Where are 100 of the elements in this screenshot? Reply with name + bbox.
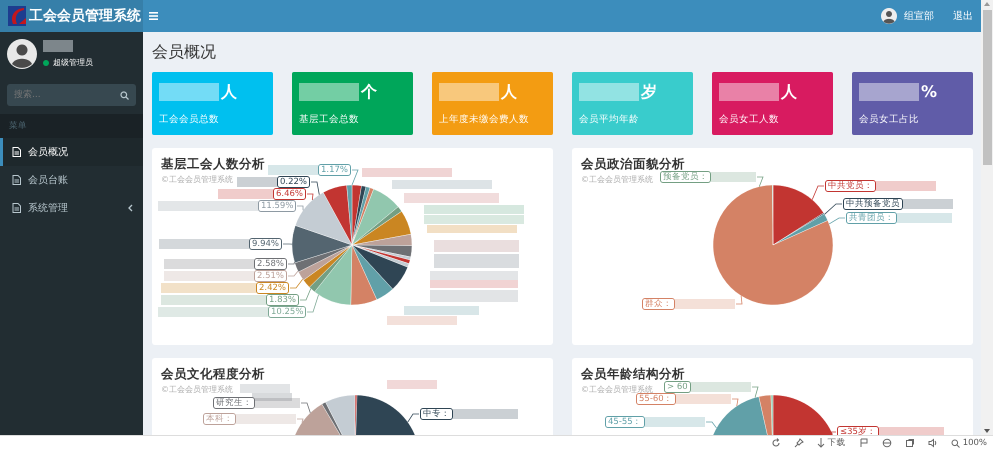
chart-label: 2.58% xyxy=(254,258,288,270)
chart-subtitle: ©工会会员管理系统 xyxy=(581,174,653,186)
chart-label: 2.51% xyxy=(254,270,288,282)
chart-label: 45-55： xyxy=(605,416,645,428)
search-icon[interactable] xyxy=(120,91,129,100)
leader-line xyxy=(824,204,842,215)
chart-label: 6.46% xyxy=(273,188,306,200)
chart-label: 研究生： xyxy=(213,397,255,409)
zoom-button[interactable]: 100% xyxy=(950,436,987,450)
blurred-region xyxy=(387,316,457,325)
stat-unit: 岁 xyxy=(641,81,657,103)
chart-title: 会员政治面貌分析 xyxy=(581,155,685,172)
blurred-region xyxy=(387,380,437,389)
chart-label: 1.17% xyxy=(318,164,352,176)
stat-label: 基层工会总数 xyxy=(299,114,359,124)
chart-label: > 60 xyxy=(664,381,691,393)
chart-label: 预备党员： xyxy=(660,171,711,183)
stat-unit: 人 xyxy=(221,81,237,103)
blurred-region xyxy=(237,177,277,187)
leader-line xyxy=(752,386,759,398)
search-icon xyxy=(950,438,960,448)
blurred-region xyxy=(43,40,73,52)
document-icon xyxy=(12,147,21,157)
leader-line xyxy=(296,206,304,211)
menu-header: 菜单 xyxy=(9,120,27,132)
blurred-region xyxy=(644,417,705,427)
blurred-region xyxy=(690,382,751,392)
browser-icon[interactable] xyxy=(882,438,892,448)
chart-label: ≤35岁： xyxy=(837,426,879,435)
blurred-region xyxy=(439,83,499,101)
chart-subtitle: ©工会会员管理系统 xyxy=(161,174,233,186)
leader-line xyxy=(756,176,764,187)
page-title: 会员概况 xyxy=(152,41,217,63)
leader-line xyxy=(290,278,304,288)
blurred-region xyxy=(675,299,735,309)
blurred-region xyxy=(859,83,919,101)
chart-title: 会员年龄结构分析 xyxy=(581,365,685,382)
blurred-region xyxy=(236,414,296,424)
blurred-region xyxy=(299,83,359,101)
chart-label: 共青团员： xyxy=(846,212,897,224)
chart-label: 2.42% xyxy=(256,282,290,294)
leader-line xyxy=(300,402,311,414)
download-button[interactable]: 下载 xyxy=(816,436,846,450)
leader-line xyxy=(706,422,717,428)
leader-line xyxy=(296,418,304,423)
blurred-region xyxy=(711,172,756,182)
scrollbar-thumb[interactable] xyxy=(982,10,992,165)
avatar-icon xyxy=(7,39,37,69)
window-icon[interactable] xyxy=(904,438,915,448)
sidebar-item[interactable]: 会员概况 xyxy=(0,138,143,166)
blurred-region xyxy=(878,427,944,435)
flag-icon[interactable] xyxy=(858,438,869,448)
sidebar-item[interactable]: 会员台账 xyxy=(0,166,143,194)
blurred-region xyxy=(876,181,936,191)
down-arrow-icon[interactable] xyxy=(983,427,991,435)
search-field[interactable]: 搜索... xyxy=(7,84,136,106)
blurred-region xyxy=(218,189,273,199)
leader-line xyxy=(732,398,738,406)
chart-label: 本科： xyxy=(203,413,236,425)
chart-label: 55-60： xyxy=(636,393,676,405)
leader-line xyxy=(288,270,298,276)
chart-label: 中专： xyxy=(420,408,453,420)
chart-label: 0.22% xyxy=(277,176,310,188)
leader-line xyxy=(736,295,742,304)
stat-label: 会员女工占比 xyxy=(859,114,919,124)
logout-link[interactable]: 退出 xyxy=(953,8,973,24)
chart-title: 会员文化程度分析 xyxy=(161,365,265,383)
blurred-region xyxy=(897,213,952,223)
down-arrow-icon xyxy=(816,438,825,448)
scrollbar[interactable] xyxy=(981,0,993,435)
document-icon xyxy=(12,175,21,185)
stat-unit: 人 xyxy=(781,81,797,103)
chart-title: 基层工会人数分析 xyxy=(161,155,265,173)
blurred-region xyxy=(903,199,953,209)
user-name[interactable]: 组宣部 xyxy=(904,8,934,24)
chart-label: 中共预备党员 xyxy=(843,198,903,210)
pin-icon[interactable] xyxy=(794,438,804,448)
blurred-region xyxy=(268,165,318,175)
sidebar-item[interactable]: 系统管理 xyxy=(0,194,143,222)
blurred-region xyxy=(159,83,219,101)
chart-subtitle: ©工会会员管理系统 xyxy=(161,384,233,396)
chart-label: 11.59% xyxy=(258,200,296,212)
leader-line xyxy=(352,170,359,186)
speaker-icon[interactable] xyxy=(928,438,938,448)
refresh-icon[interactable] xyxy=(770,438,781,448)
blurred-region xyxy=(719,83,779,101)
leader-line xyxy=(282,244,292,245)
stat-unit: 人 xyxy=(501,81,517,103)
stat-label: 会员平均年龄 xyxy=(579,114,639,124)
chart-subtitle: ©工会会员管理系统 xyxy=(581,384,653,394)
chart-label: 10.25% xyxy=(268,306,306,318)
avatar-icon[interactable] xyxy=(881,8,897,24)
stat-label: 上年度未缴会费人数 xyxy=(439,114,529,124)
leader-line xyxy=(812,186,824,200)
blurred-region xyxy=(240,384,290,393)
leader-line xyxy=(407,414,420,422)
chart-label: 1.83% xyxy=(266,294,300,306)
stat-unit: % xyxy=(921,81,938,103)
stat-label: 会员女工人数 xyxy=(719,114,779,124)
menu-icon[interactable] xyxy=(148,12,158,20)
